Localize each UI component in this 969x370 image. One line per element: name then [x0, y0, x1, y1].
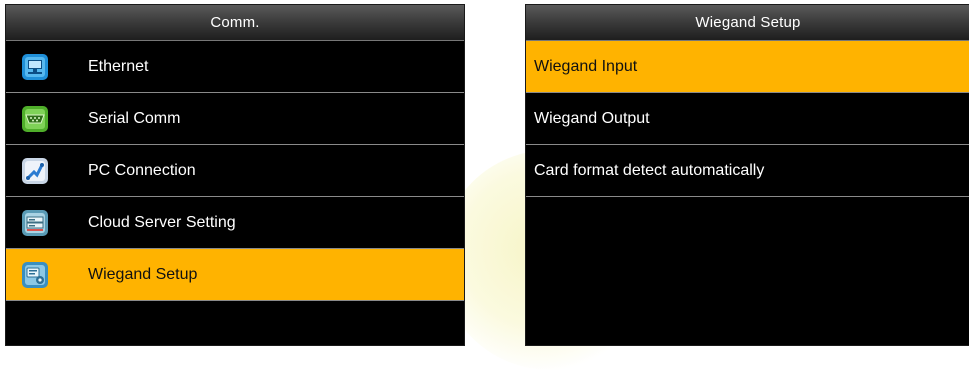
menu-item-label: Card format detect automatically — [534, 161, 765, 179]
comm-title: Comm. — [6, 5, 464, 41]
menu-item-wiegand-setup[interactable]: Wiegand Setup — [6, 249, 464, 301]
menu-item-label: PC Connection — [88, 161, 196, 179]
menu-item-ethernet[interactable]: Ethernet — [6, 41, 464, 93]
menu-item-label: Wiegand Input — [534, 57, 638, 75]
menu-item-cloud-server-setting[interactable]: Cloud Server Setting — [6, 197, 464, 249]
serial-port-icon — [22, 106, 48, 132]
menu-item-wiegand-input[interactable]: Wiegand Input — [526, 41, 969, 93]
menu-item-serial-comm[interactable]: Serial Comm — [6, 93, 464, 145]
menu-item-label: Wiegand Output — [534, 109, 650, 127]
menu-item-label: Wiegand Setup — [88, 265, 198, 283]
wiegand-setup-screen: Wiegand Setup Wiegand Input Wiegand Outp… — [525, 4, 969, 346]
cloud-server-icon — [22, 210, 48, 236]
menu-item-label: Cloud Server Setting — [88, 213, 236, 231]
wiegand-menu-list: Wiegand Input Wiegand Output Card format… — [526, 41, 969, 197]
menu-item-label: Serial Comm — [88, 109, 181, 127]
comm-menu-screen: Comm. Ethernet Serial Comm PC Connection… — [5, 4, 465, 346]
menu-item-card-format-detect[interactable]: Card format detect automatically — [526, 145, 969, 197]
menu-item-label: Ethernet — [88, 57, 149, 75]
pc-connection-icon — [22, 158, 48, 184]
menu-item-wiegand-output[interactable]: Wiegand Output — [526, 93, 969, 145]
menu-item-pc-connection[interactable]: PC Connection — [6, 145, 464, 197]
wiegand-icon — [22, 262, 48, 288]
ethernet-icon — [22, 54, 48, 80]
wiegand-title: Wiegand Setup — [526, 5, 969, 41]
comm-menu-list: Ethernet Serial Comm PC Connection Cloud… — [6, 41, 464, 301]
